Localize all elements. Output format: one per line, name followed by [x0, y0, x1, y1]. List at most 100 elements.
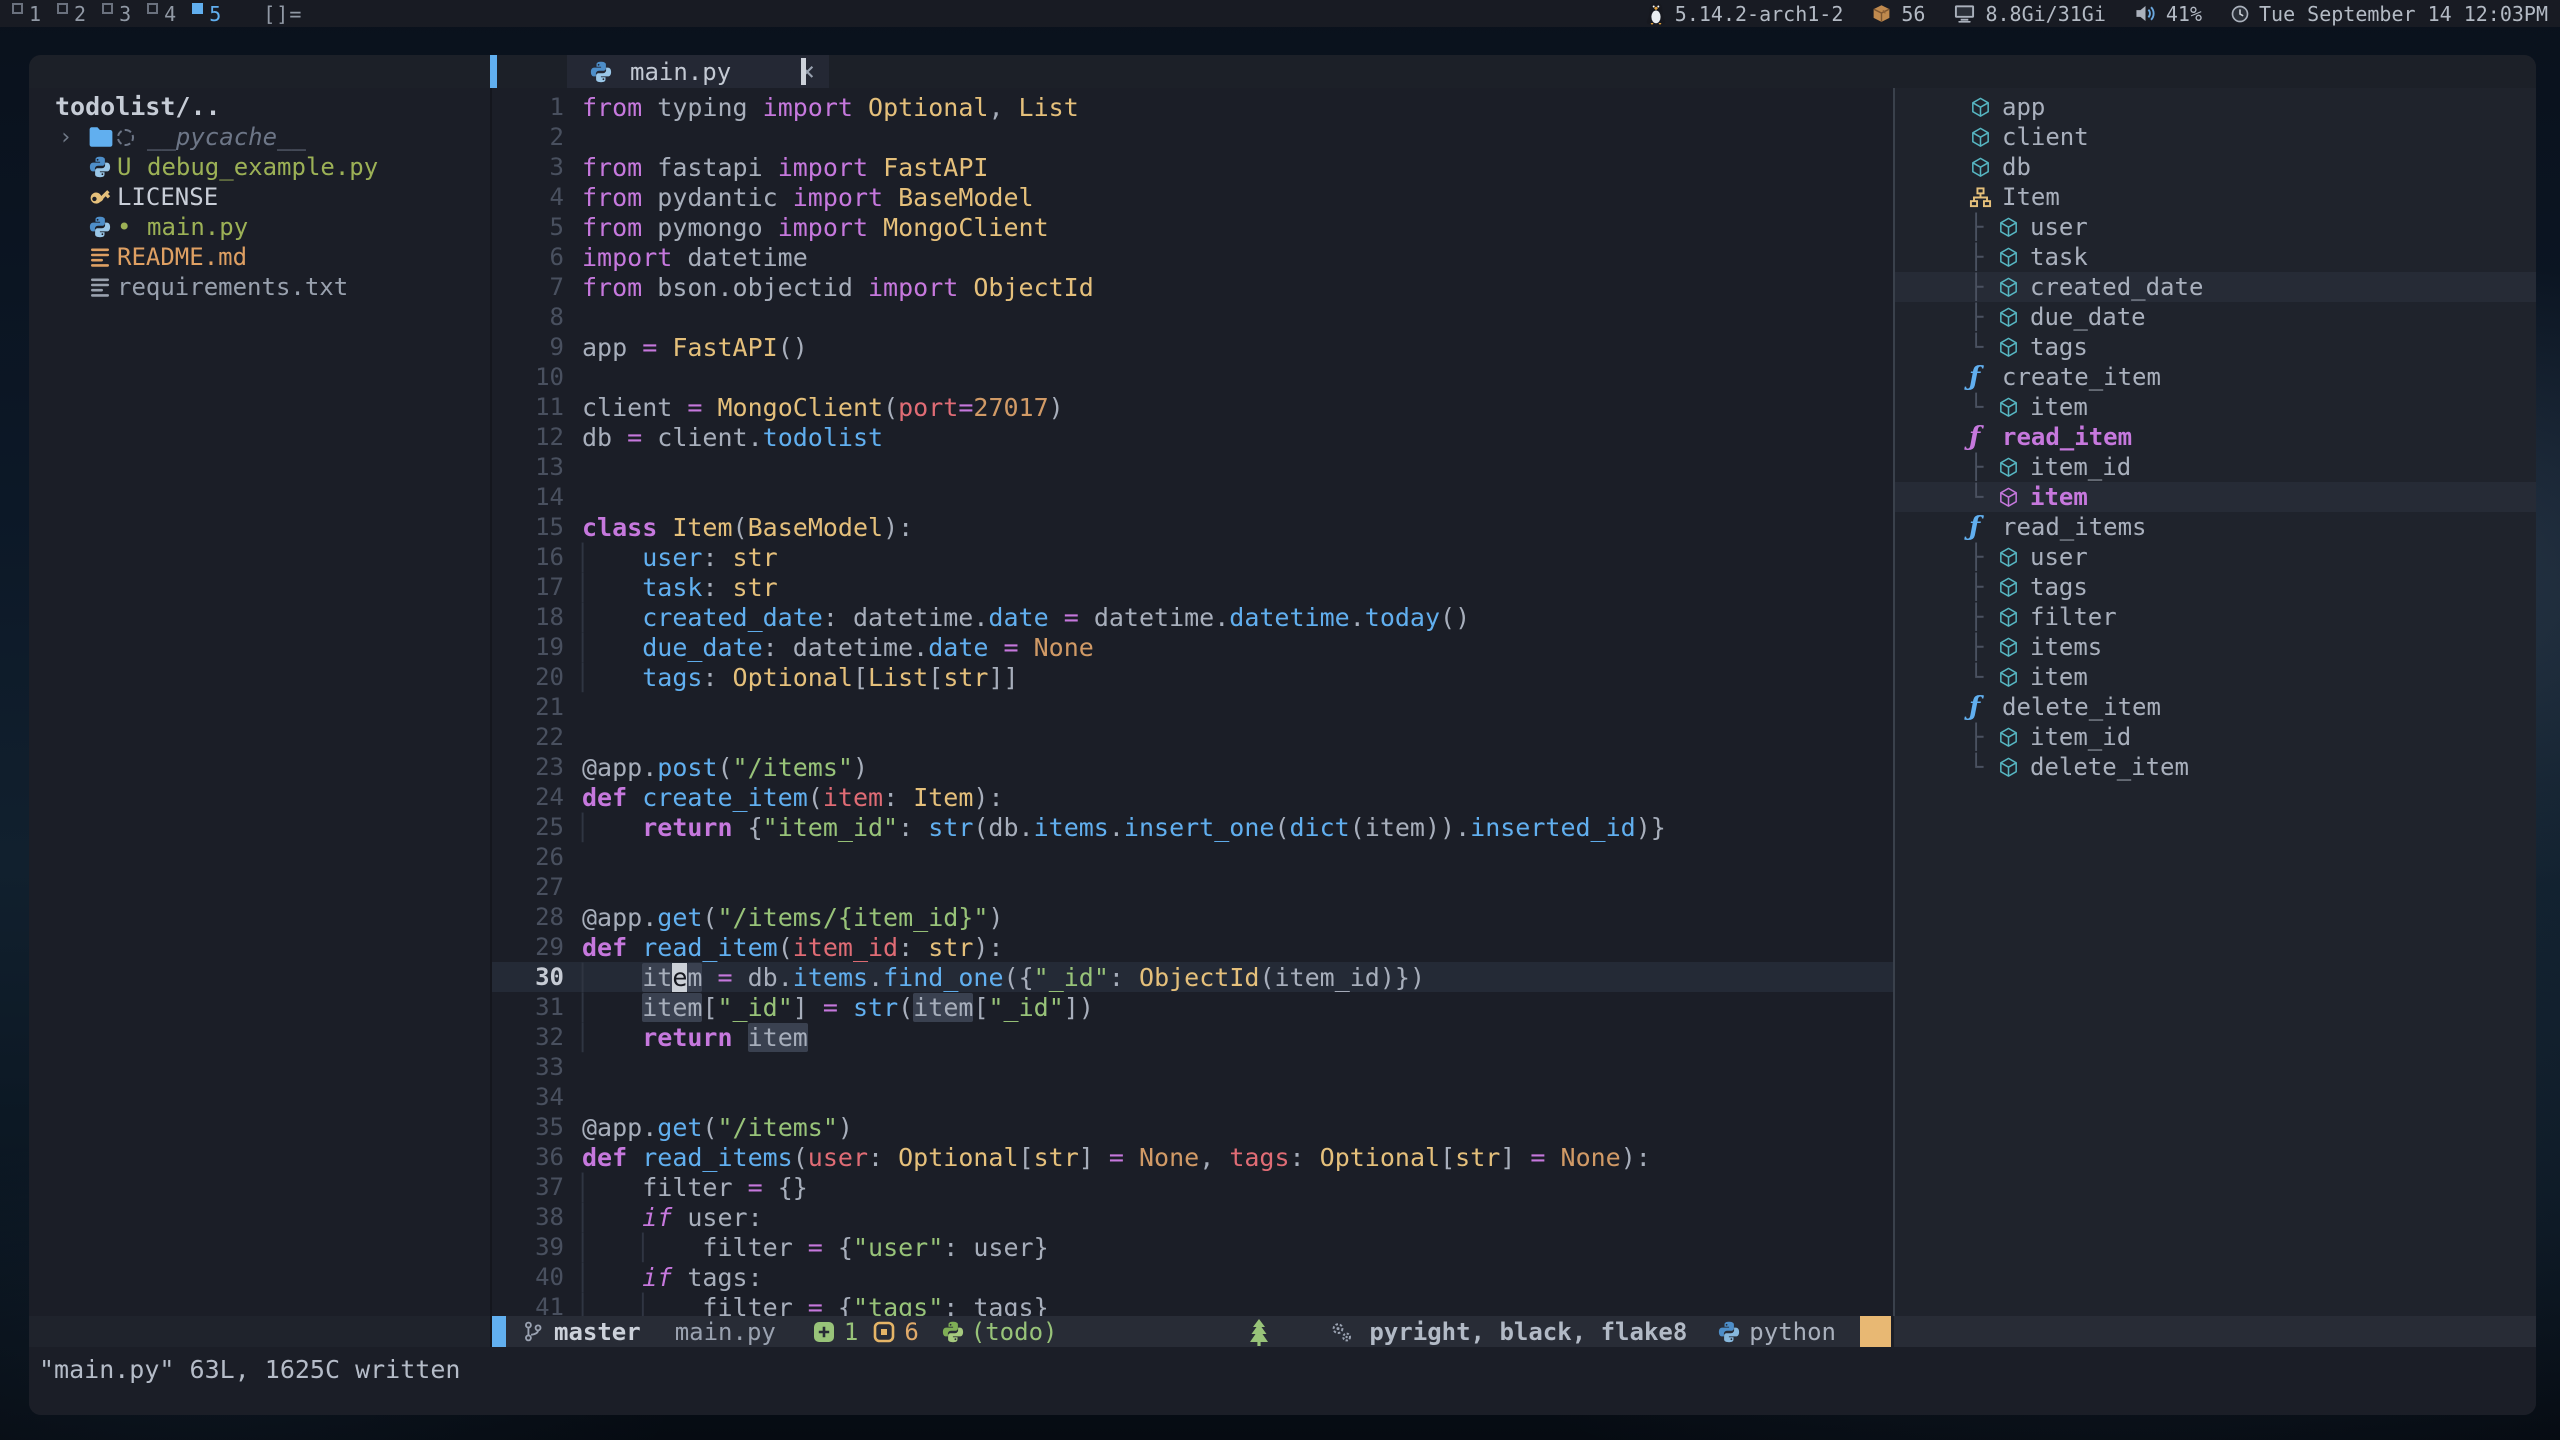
code-line[interactable]: 13 — [492, 452, 1893, 482]
code-line[interactable]: 28@app.get("/items/{item_id}") — [492, 902, 1893, 932]
code-line[interactable]: 29def read_item(item_id: str): — [492, 932, 1893, 962]
code-line[interactable]: 9app = FastAPI() — [492, 332, 1893, 362]
symbol-label: item_id — [2030, 723, 2131, 751]
workspace-tag-2[interactable]: 2 — [57, 2, 86, 26]
outline-symbol-filter[interactable]: ├filter — [1895, 602, 2536, 632]
file-name: __pycache__ — [147, 123, 306, 151]
outline-symbol-Item[interactable]: Item — [1895, 182, 2536, 212]
file-tree-item-LICENSE[interactable]: LICENSE — [29, 182, 490, 212]
workspace-tag-5[interactable]: 5 — [192, 2, 221, 26]
code-line[interactable]: 23@app.post("/items") — [492, 752, 1893, 782]
outline-symbol-item[interactable]: └item — [1895, 662, 2536, 692]
code-line[interactable]: 27 — [492, 872, 1893, 902]
code-line[interactable]: 41▏ ▏ filter = {"tags": tags} — [492, 1292, 1893, 1316]
code-line[interactable]: 17▏ task: str — [492, 572, 1893, 602]
code-line[interactable]: 18▏ created_date: datetime.date = dateti… — [492, 602, 1893, 632]
file-name: main.py — [147, 213, 248, 241]
outline-symbol-read_items[interactable]: ƒread_items — [1895, 512, 2536, 542]
code-line[interactable]: 4from pydantic import BaseModel — [492, 182, 1893, 212]
code-line[interactable]: 33 — [492, 1052, 1893, 1082]
outline-symbol-created_date[interactable]: ├created_date — [1895, 272, 2536, 302]
code-line[interactable]: 10 — [492, 362, 1893, 392]
code-line[interactable]: 7from bson.objectid import ObjectId — [492, 272, 1893, 302]
tree-connector: ├ — [1969, 543, 1997, 571]
outline-symbol-db[interactable]: db — [1895, 152, 2536, 182]
outline-symbol-app[interactable]: app — [1895, 92, 2536, 122]
symbol-label: filter — [2030, 603, 2117, 631]
tab-main-py[interactable]: main.py × — [567, 55, 829, 88]
code-line[interactable]: 1from typing import Optional, List — [492, 92, 1893, 122]
line-number: 30 — [492, 963, 564, 991]
file-tree-item-README.md[interactable]: README.md — [29, 242, 490, 272]
code-line[interactable]: 25▏ return {"item_id": str(db.items.inse… — [492, 812, 1893, 842]
line-number: 29 — [492, 933, 564, 961]
status-segment-penguin: 5.14.2-arch1-2 — [1646, 1, 1844, 26]
code-line[interactable]: 40▏ if tags: — [492, 1262, 1893, 1292]
symbol-label: tags — [2030, 333, 2088, 361]
outline-symbol-due_date[interactable]: ├due_date — [1895, 302, 2536, 332]
code-line[interactable]: 38▏ if user: — [492, 1202, 1893, 1232]
status-text: 41% — [2166, 2, 2202, 26]
line-number: 38 — [492, 1203, 564, 1231]
code-line[interactable]: 35@app.get("/items") — [492, 1112, 1893, 1142]
git-status-badge: • — [117, 213, 147, 241]
outline-symbol-items[interactable]: ├items — [1895, 632, 2536, 662]
file-tree-root[interactable]: todolist/.. — [29, 92, 490, 122]
outline-symbol-item_id[interactable]: ├item_id — [1895, 452, 2536, 482]
code-line[interactable]: 26 — [492, 842, 1893, 872]
code-line-current[interactable]: 30▏ item = db.items.find_one({"_id": Obj… — [492, 962, 1893, 992]
outline-symbol-item[interactable]: └item — [1895, 482, 2536, 512]
code-line[interactable]: 31▏ item["_id"] = str(item["_id"]) — [492, 992, 1893, 1022]
code-line[interactable]: 37▏ filter = {} — [492, 1172, 1893, 1202]
outline-symbol-delete_item[interactable]: └delete_item — [1895, 752, 2536, 782]
outline-symbol-task[interactable]: ├task — [1895, 242, 2536, 272]
variable-icon — [1997, 276, 2030, 299]
code-line[interactable]: 5from pymongo import MongoClient — [492, 212, 1893, 242]
outline-symbol-user[interactable]: ├user — [1895, 212, 2536, 242]
code-line[interactable]: 34 — [492, 1082, 1893, 1112]
outline-symbol-tags[interactable]: ├tags — [1895, 572, 2536, 602]
workspace-tag-3[interactable]: 3 — [102, 2, 131, 26]
file-tree-item-debug_example.py[interactable]: Udebug_example.py — [29, 152, 490, 182]
file-name: LICENSE — [117, 183, 218, 211]
git-ignored-icon — [117, 129, 147, 146]
file-tree-item-requirements.txt[interactable]: requirements.txt — [29, 272, 490, 302]
code-line[interactable]: 3from fastapi import FastAPI — [492, 152, 1893, 182]
code-line[interactable]: 39▏ ▏ filter = {"user": user} — [492, 1232, 1893, 1262]
code-line[interactable]: 22 — [492, 722, 1893, 752]
code-line[interactable]: 36def read_items(user: Optional[str] = N… — [492, 1142, 1893, 1172]
code-line[interactable]: 32▏ return item — [492, 1022, 1893, 1052]
symbol-label: item — [2030, 663, 2088, 691]
outline-symbol-item[interactable]: └item — [1895, 392, 2536, 422]
python-lang-icon — [1717, 1320, 1741, 1344]
file-tree-item-__pycache__[interactable]: ›__pycache__ — [29, 122, 490, 152]
code-line[interactable]: 8 — [492, 302, 1893, 332]
file-tree-item-main.py[interactable]: •main.py — [29, 212, 490, 242]
function-icon: ƒ — [1969, 422, 2002, 452]
tree-connector: ├ — [1969, 213, 1997, 241]
code-text: client = MongoClient(port=27017) — [582, 393, 1064, 422]
code-line[interactable]: 20▏ tags: Optional[List[str]] — [492, 662, 1893, 692]
outline-symbol-client[interactable]: client — [1895, 122, 2536, 152]
outline-symbol-create_item[interactable]: ƒcreate_item — [1895, 362, 2536, 392]
code-line[interactable]: 16▏ user: str — [492, 542, 1893, 572]
code-line[interactable]: 11client = MongoClient(port=27017) — [492, 392, 1893, 422]
outline-symbol-user[interactable]: ├user — [1895, 542, 2536, 572]
code-line[interactable]: 6import datetime — [492, 242, 1893, 272]
symbol-label: read_items — [2002, 513, 2147, 541]
code-line[interactable]: 19▏ due_date: datetime.date = None — [492, 632, 1893, 662]
workspace-tag-1[interactable]: 1 — [12, 2, 41, 26]
code-line[interactable]: 2 — [492, 122, 1893, 152]
code-line[interactable]: 15class Item(BaseModel): — [492, 512, 1893, 542]
code-line[interactable]: 21 — [492, 692, 1893, 722]
outline-symbol-item_id[interactable]: ├item_id — [1895, 722, 2536, 752]
workspace-tag-4[interactable]: 4 — [147, 2, 176, 26]
variable-icon — [1969, 96, 2002, 119]
outline-symbol-delete_item[interactable]: ƒdelete_item — [1895, 692, 2536, 722]
code-line[interactable]: 14 — [492, 482, 1893, 512]
outline-symbol-tags[interactable]: └tags — [1895, 332, 2536, 362]
tree-connector: ├ — [1969, 573, 1997, 601]
code-line[interactable]: 12db = client.todolist — [492, 422, 1893, 452]
code-line[interactable]: 24def create_item(item: Item): — [492, 782, 1893, 812]
outline-symbol-read_item[interactable]: ƒread_item — [1895, 422, 2536, 452]
